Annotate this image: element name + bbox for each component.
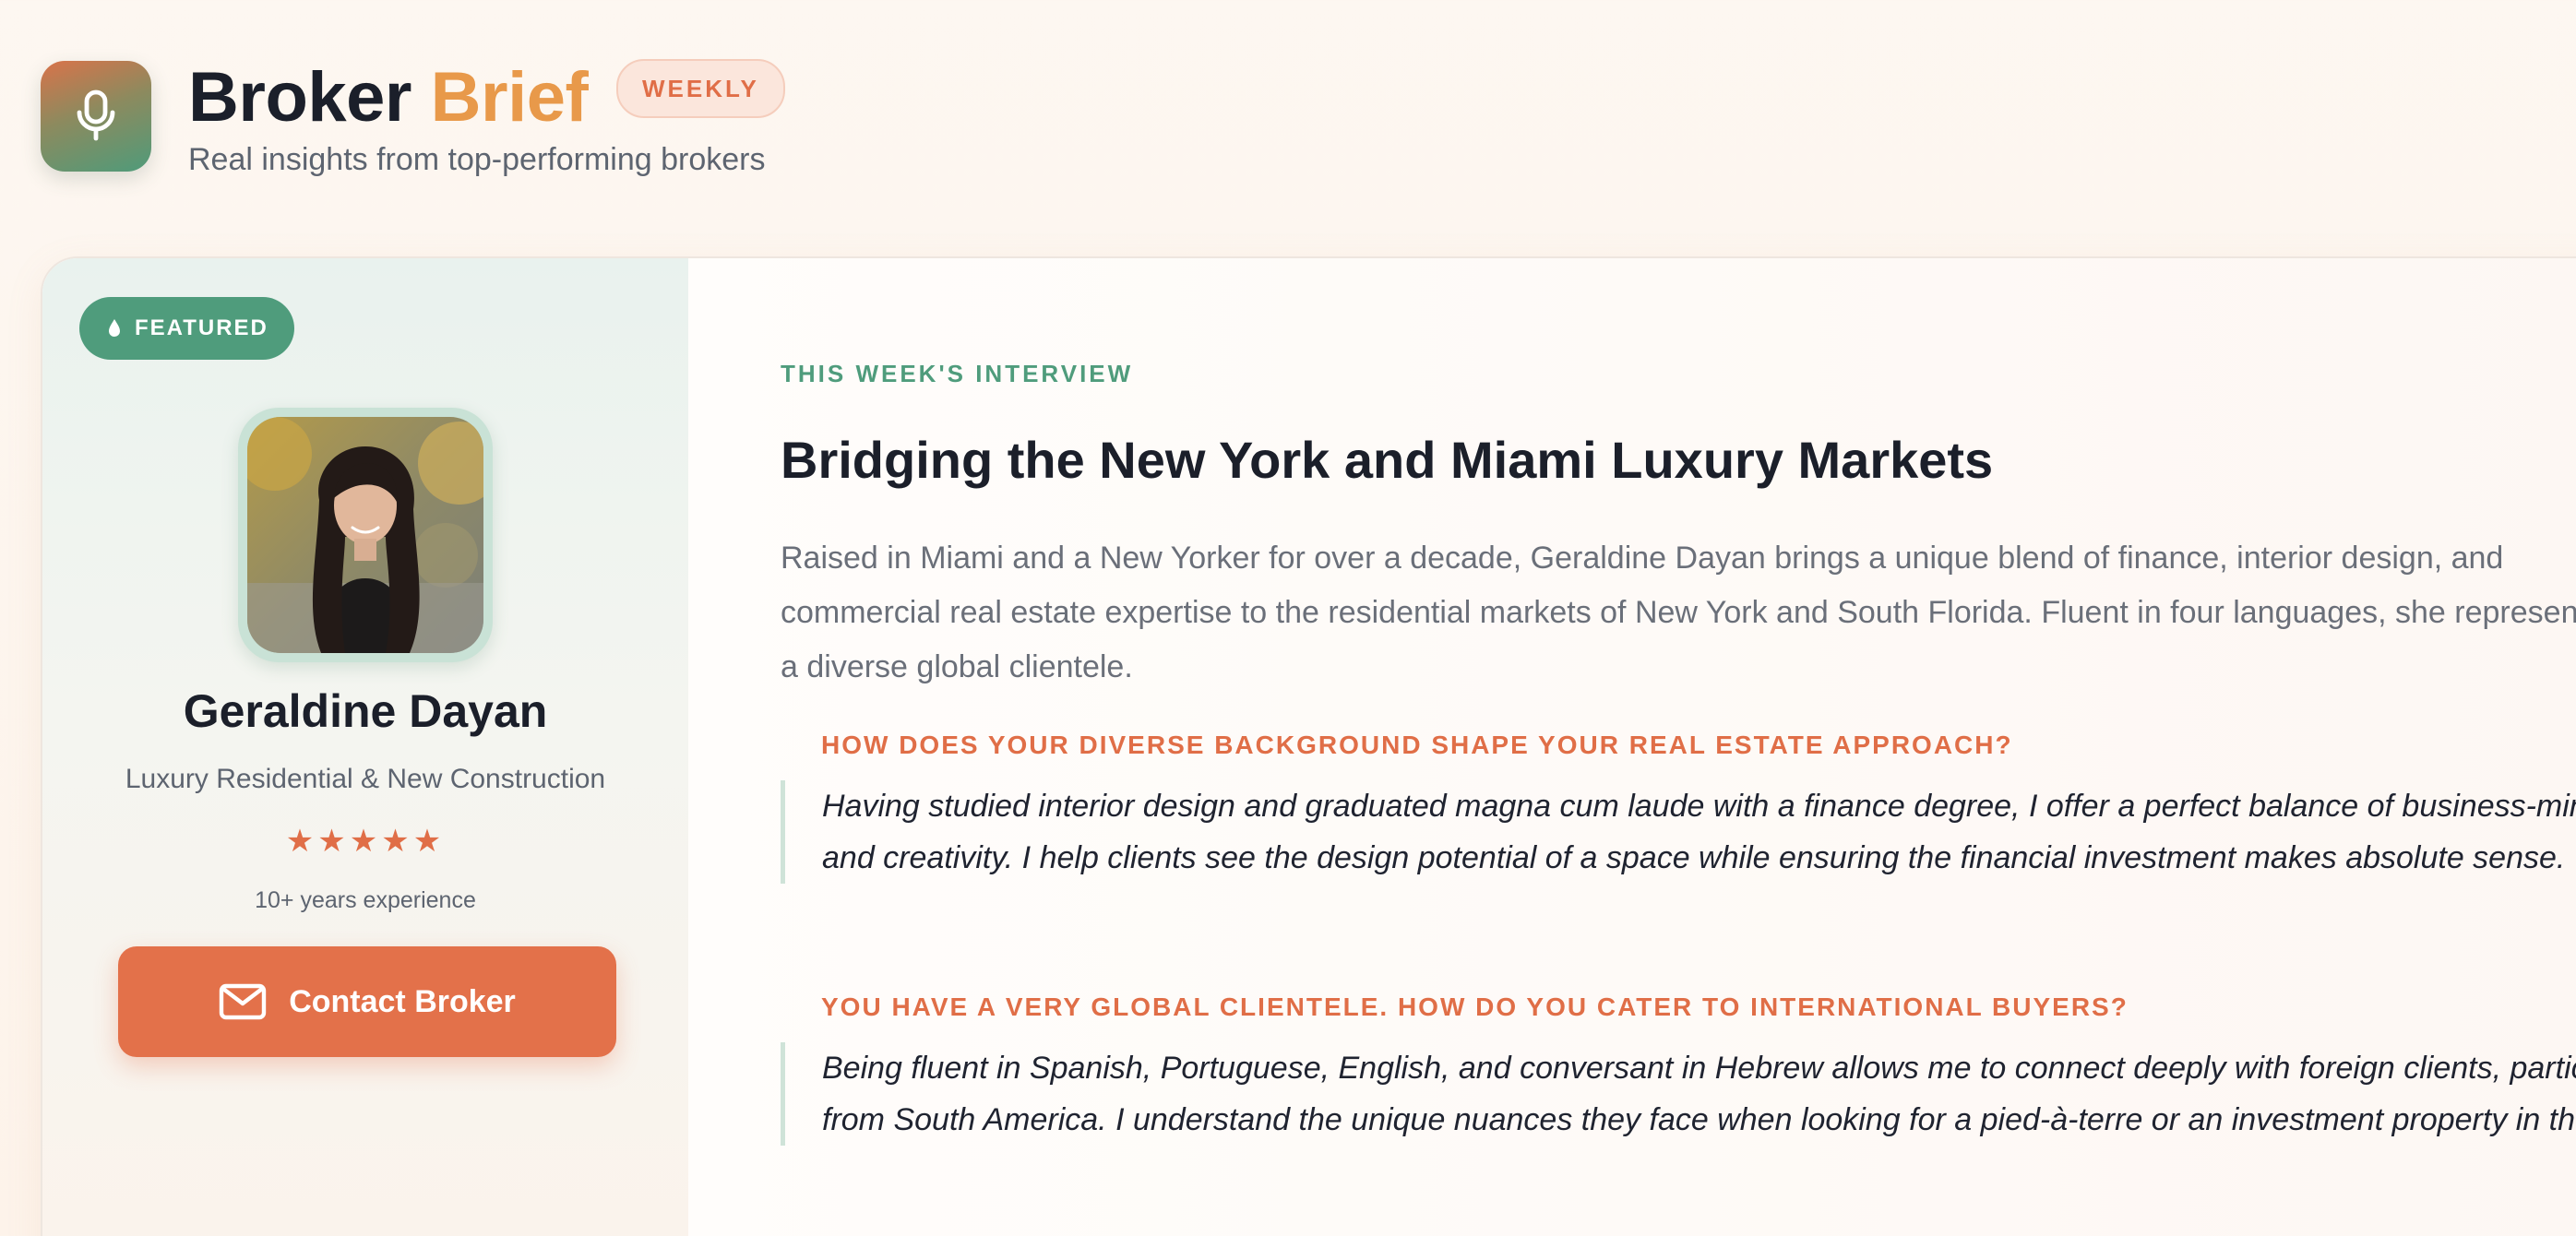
qa-answer: Having studied interior design and gradu… [781, 780, 2576, 884]
qa-item: YOU HAVE A VERY GLOBAL CLIENTELE. HOW DO… [781, 992, 2576, 1146]
contact-broker-button[interactable]: Contact Broker [118, 946, 616, 1057]
app-title-part2: Brief [430, 58, 589, 137]
broker-specialty: Luxury Residential & New Construction [125, 764, 606, 794]
broker-experience: 10+ years experience [255, 887, 476, 913]
mail-icon [219, 983, 267, 1020]
weekly-badge: WEEKLY [616, 59, 785, 118]
contact-broker-label: Contact Broker [289, 983, 516, 1019]
app-title-part1: Broker [188, 58, 412, 137]
interview-eyebrow: THIS WEEK'S INTERVIEW [781, 360, 1134, 387]
broker-name: Geraldine Dayan [183, 685, 548, 737]
qa-question: YOU HAVE A VERY GLOBAL CLIENTELE. HOW DO… [821, 992, 2129, 1021]
broker-avatar [247, 417, 483, 653]
qa-item: HOW DOES YOUR DIVERSE BACKGROUND SHAPE Y… [781, 731, 2576, 884]
interview-title: Bridging the New York and Miami Luxury M… [781, 431, 1994, 489]
app-tagline: Real insights from top-performing broker… [188, 142, 766, 177]
featured-label: FEATURED [135, 315, 268, 340]
microphone-icon [77, 89, 115, 141]
droplet-icon [109, 319, 120, 337]
rating-stars: ★★★★★ [285, 824, 446, 859]
qa-answer: Being fluent in Spanish, Portuguese, Eng… [781, 1042, 2576, 1146]
interview-intro: Raised in Miami and a New Yorker for ove… [781, 541, 2576, 684]
broker-profile-panel: FEATURED Geraldine Dayan Luxury Resident… [42, 258, 688, 1236]
featured-badge: FEATURED [79, 297, 294, 360]
app-logo[interactable] [41, 61, 151, 172]
qa-question: HOW DOES YOUR DIVERSE BACKGROUND SHAPE Y… [821, 731, 2013, 759]
broker-avatar-frame [238, 408, 493, 662]
interview-content: THIS WEEK'S INTERVIEW Bridging the New Y… [688, 258, 2576, 1236]
interview-card: FEATURED Geraldine Dayan Luxury Resident… [41, 256, 2576, 1236]
app-title: Broker Brief [188, 52, 589, 144]
